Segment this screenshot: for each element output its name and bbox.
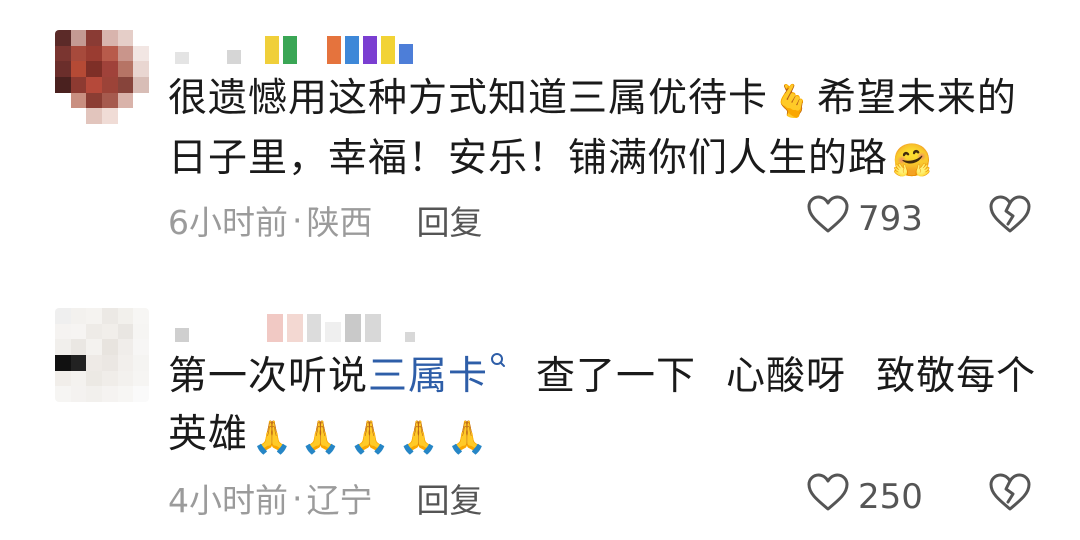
pray-emoji: 🙏 (349, 417, 391, 456)
heart-outline-icon (806, 472, 850, 521)
comment-text: 很遗憾用这种方式知道三属优待卡 🫰 希望未来的日子里，幸福！安乐！铺满你们人生的路 🤗 (168, 70, 1038, 189)
comment-meta: 6小时前 · 陕西 回复 (168, 196, 483, 244)
meta-separator: · (292, 200, 303, 240)
pray-emoji: 🙏 (252, 417, 293, 456)
dislike-button[interactable] (988, 194, 1032, 238)
location: 辽宁 (306, 481, 373, 520)
finger-heart-emoji: 🫰 (772, 81, 813, 120)
reply-button[interactable]: 回复 (417, 474, 483, 522)
like-count: 250 (858, 476, 923, 517)
like-button[interactable]: 250 (806, 472, 923, 521)
pray-emoji: 🙏 (398, 417, 440, 456)
broken-heart-icon (988, 473, 1032, 516)
comment-item: 很遗憾用这种方式知道三属优待卡 🫰 希望未来的日子里，幸福！安乐！铺满你们人生的路 🤗… (0, 0, 1080, 270)
search-link-text: 三属卡 (368, 354, 489, 399)
comment-text-part: 很遗憾用这种方式知道三属优待卡 (168, 76, 769, 121)
comment-text-part: 查了一下 (536, 354, 697, 399)
comment-text: 第一次听说三属卡 查了一下 心酸呀 致敬每个英雄 🙏 🙏 🙏 🙏 🙏 (168, 348, 1038, 466)
like-count: 793 (858, 198, 923, 239)
username-pixelated[interactable] (175, 30, 413, 64)
broken-heart-icon (988, 195, 1032, 238)
like-button[interactable]: 793 (806, 194, 923, 243)
comment-text-part: 第一次听说 (168, 354, 369, 399)
comment-text-part: 心酸呀 (726, 354, 847, 399)
timestamp: 6小时前 (168, 203, 288, 242)
avatar[interactable] (55, 30, 149, 124)
heart-outline-icon (806, 194, 850, 243)
username-pixelated[interactable] (175, 308, 415, 342)
comment-item: 第一次听说三属卡 查了一下 心酸呀 致敬每个英雄 🙏 🙏 🙏 🙏 🙏 4小时前 · 辽宁 回复 … (0, 270, 1080, 540)
comment-meta: 4小时前 · 辽宁 回复 (168, 474, 483, 522)
avatar[interactable] (55, 308, 149, 402)
dislike-button[interactable] (988, 472, 1032, 516)
timestamp: 4小时前 (168, 481, 288, 520)
meta-separator: · (292, 478, 303, 518)
pray-emoji: 🙏 (447, 417, 489, 456)
hug-emoji: 🤗 (892, 141, 933, 179)
search-link[interactable]: 三属卡 (368, 353, 506, 399)
location: 陕西 (306, 203, 373, 242)
search-icon (490, 348, 506, 378)
pray-emoji: 🙏 (300, 417, 342, 456)
reply-button[interactable]: 回复 (417, 196, 483, 244)
